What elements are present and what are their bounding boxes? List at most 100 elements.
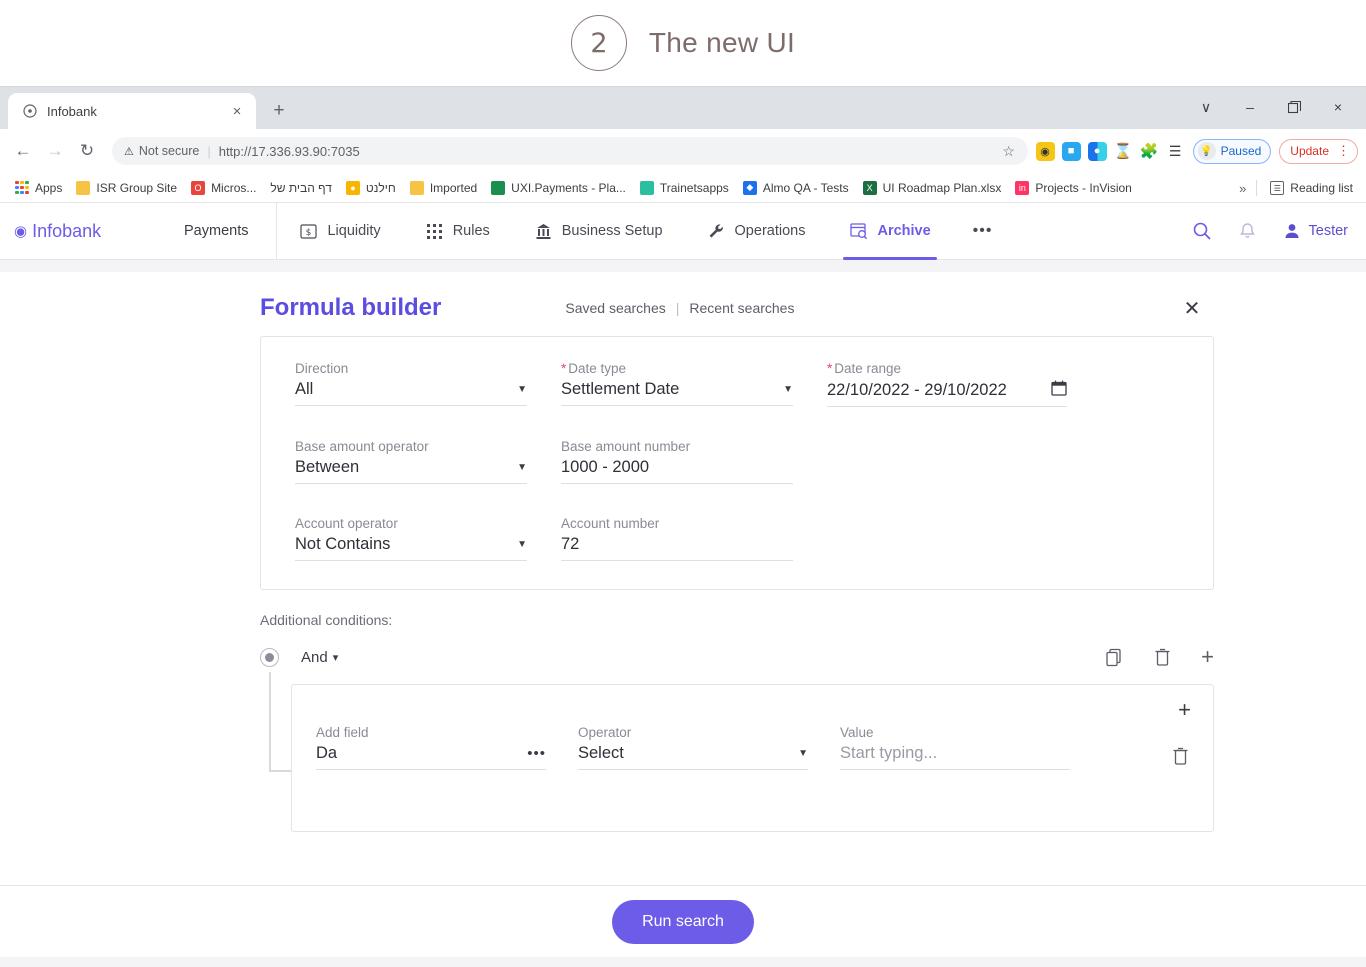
update-pill[interactable]: Update ⋮	[1279, 138, 1358, 164]
honey-icon[interactable]: ◉	[1035, 141, 1055, 161]
window-close-icon[interactable]: ×	[1316, 91, 1360, 123]
saved-searches-link[interactable]: Saved searches	[565, 300, 665, 316]
copy-icon[interactable]	[1105, 648, 1124, 667]
group-operator-select[interactable]: And ▾	[301, 649, 338, 666]
plus-icon[interactable]: +	[1201, 644, 1214, 670]
playlist-icon[interactable]: ☰	[1166, 142, 1185, 161]
group-connector-branch	[269, 770, 291, 772]
bookmark-label: ISR Group Site	[96, 180, 178, 195]
clock-timer-icon[interactable]: ●	[1087, 141, 1107, 161]
restore-icon[interactable]	[1272, 91, 1316, 123]
reading-list-button[interactable]: ☰ Reading list	[1263, 178, 1360, 198]
bookmark-hebrew-homepage[interactable]: דף הבית של	[263, 178, 339, 198]
kebab-menu-icon[interactable]: ⋮	[1334, 143, 1353, 159]
nav-more-button[interactable]: •••	[953, 222, 1013, 240]
browser-tab-title: Infobank	[47, 103, 97, 119]
browser-tab[interactable]: Infobank ×	[8, 93, 256, 129]
criteria-spacer	[827, 516, 1093, 561]
datepicker-date-range[interactable]: 22/10/2022 - 29/10/2022	[827, 380, 1067, 407]
bookmark-label: Almo QA - Tests	[762, 180, 849, 195]
bulb-icon: 💡	[1197, 142, 1216, 160]
bookmark-label: חילנט	[365, 180, 396, 195]
nav-item-business-setup[interactable]: Business Setup	[512, 203, 685, 260]
bookmark-hilanet[interactable]: ● חילנט	[339, 178, 403, 198]
condition-add-field: Add field Da •••	[316, 725, 578, 770]
reload-icon[interactable]: ↻	[72, 136, 102, 166]
user-menu[interactable]: Tester	[1283, 222, 1349, 240]
bookmark-projects-invision[interactable]: in Projects - InVision	[1008, 178, 1139, 198]
close-icon[interactable]: ✕	[1178, 294, 1206, 322]
run-search-button[interactable]: Run search	[612, 899, 754, 944]
nav-item-label: Archive	[877, 223, 931, 239]
add-condition-button[interactable]: +	[1178, 697, 1191, 723]
bookmark-star-icon[interactable]: ☆	[996, 138, 1022, 164]
paused-label: Paused	[1220, 144, 1262, 158]
minimize-icon[interactable]: –	[1228, 91, 1272, 123]
nav-item-rules[interactable]: Rules	[403, 203, 512, 260]
select-date-type[interactable]: Settlement Date ▼	[561, 380, 793, 406]
warning-triangle-icon: ⚠	[124, 145, 134, 158]
input-condition-value[interactable]: Start typing...	[840, 744, 1070, 770]
bookmark-uxi-payments[interactable]: UXI.Payments - Pla...	[484, 178, 633, 198]
field-label: Add field	[316, 725, 369, 740]
nav-item-label: Business Setup	[561, 223, 663, 239]
chevron-down-icon[interactable]: ∨	[1184, 91, 1228, 123]
radio-dot	[265, 652, 274, 662]
nav-payments[interactable]: Payments	[184, 202, 278, 260]
bottle-icon	[639, 180, 654, 195]
field-value: Da	[316, 744, 338, 762]
field-value: Between	[295, 458, 360, 476]
grid-dots-icon	[425, 222, 444, 241]
address-bar[interactable]: ⚠ Not secure | http://17.336.93.90:7035 …	[112, 137, 1028, 165]
bookmark-isr-group-site[interactable]: ISR Group Site	[69, 178, 184, 198]
recent-searches-link[interactable]: Recent searches	[689, 300, 794, 316]
select-direction[interactable]: All ▼	[295, 380, 527, 406]
browser-tabstrip: Infobank × + ∨ – ×	[0, 87, 1366, 129]
bookmark-trainetsapps[interactable]: Trainetsapps	[633, 178, 736, 198]
user-label: Tester	[1308, 223, 1349, 239]
bookmark-almo-qa-tests[interactable]: ◆ Almo QA - Tests	[736, 178, 856, 198]
input-add-field[interactable]: Da •••	[316, 744, 546, 770]
bookmark-ui-roadmap-plan[interactable]: X UI Roadmap Plan.xlsx	[856, 178, 1009, 198]
nav-item-operations[interactable]: Operations	[685, 203, 828, 260]
select-account-operator[interactable]: Not Contains ▼	[295, 535, 527, 561]
bookmark-apps[interactable]: Apps	[8, 178, 69, 198]
invision-icon: in	[1015, 180, 1030, 195]
reading-list-icon: ☰	[1270, 181, 1285, 195]
field-label: Account operator	[295, 516, 398, 531]
nav-item-liquidity[interactable]: $ Liquidity	[277, 203, 402, 260]
required-asterisk: *	[561, 361, 567, 376]
nav-item-archive[interactable]: Archive	[827, 203, 952, 260]
trash-icon[interactable]	[1154, 648, 1171, 667]
field-value: Not Contains	[295, 535, 391, 553]
forward-icon[interactable]: →	[40, 136, 70, 166]
close-icon[interactable]: ×	[228, 102, 246, 120]
group-radio[interactable]	[260, 647, 279, 667]
puzzle-icon[interactable]: 🧩	[1140, 142, 1159, 161]
input-account-number[interactable]: 72	[561, 535, 793, 561]
bookmarks-overflow-icon[interactable]: »	[1235, 181, 1250, 196]
bookmark-micros[interactable]: O Micros...	[184, 178, 263, 198]
not-secure-badge[interactable]: ⚠ Not secure	[124, 144, 199, 158]
criteria-row-1: Direction All ▼ * Date type Settlement Da…	[295, 361, 1179, 407]
screenshot-icon[interactable]: ■	[1061, 141, 1081, 161]
paused-pill[interactable]: 💡 Paused	[1192, 138, 1272, 164]
input-base-amount-number[interactable]: 1000 - 2000	[561, 458, 793, 484]
delete-condition-icon[interactable]	[1172, 747, 1189, 771]
bell-icon[interactable]	[1238, 222, 1257, 241]
more-options-icon[interactable]: •••	[527, 745, 546, 762]
divider	[1256, 180, 1258, 196]
bookmark-label: UXI.Payments - Pla...	[511, 180, 626, 195]
hourglass-icon[interactable]: ⌛	[1114, 142, 1133, 161]
nav-underband	[0, 260, 1366, 272]
calendar-icon[interactable]	[1043, 380, 1067, 400]
bookmark-imported[interactable]: Imported	[403, 178, 484, 198]
new-tab-button[interactable]: +	[264, 96, 294, 126]
brand-logo[interactable]: ◉ Infobank	[14, 221, 184, 242]
search-icon[interactable]	[1192, 221, 1212, 241]
back-icon[interactable]: ←	[8, 136, 38, 166]
select-base-amount-operator[interactable]: Between ▼	[295, 458, 527, 484]
select-condition-operator[interactable]: Select ▼	[578, 744, 808, 770]
field-direction: Direction All ▼	[295, 361, 561, 407]
svg-text:$: $	[306, 228, 312, 238]
